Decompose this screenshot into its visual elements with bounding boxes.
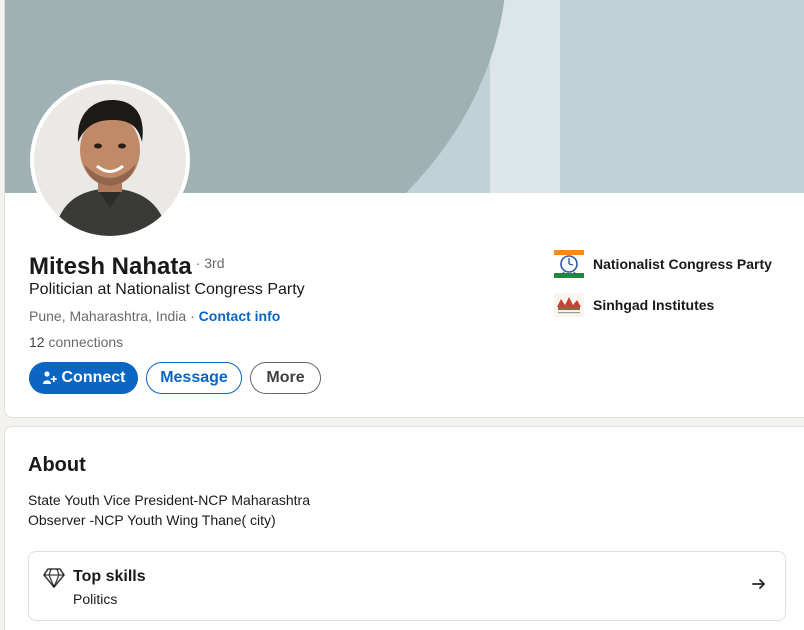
more-label: More (266, 369, 305, 386)
org-item-ncp[interactable]: Nationalist Congress Party (553, 248, 772, 280)
profile-card: Mitesh Nahata · 3rd Politician at Nation… (4, 0, 804, 418)
diamond-icon (43, 568, 65, 593)
connections-count: 12 connections (29, 334, 123, 350)
add-person-icon (42, 370, 58, 386)
profile-avatar[interactable] (30, 80, 190, 240)
message-button[interactable]: Message (146, 362, 242, 394)
connect-button[interactable]: Connect (29, 362, 138, 394)
profile-headline: Politician at Nationalist Congress Party (29, 281, 305, 298)
contact-info-link[interactable]: Contact info (199, 308, 281, 324)
location-separator: · (186, 308, 199, 324)
connections-number: 12 (29, 334, 45, 350)
top-skills-card[interactable]: Top skills Politics (28, 551, 786, 621)
message-label: Message (160, 369, 228, 386)
sinhgad-logo-icon (553, 289, 585, 321)
top-skills-title: Top skills (73, 568, 146, 585)
profile-name: Mitesh Nahata (29, 253, 192, 280)
banner-strip (490, 0, 560, 193)
profile-location: Pune, Maharashtra, India (29, 308, 187, 324)
org-name: Nationalist Congress Party (593, 256, 772, 272)
org-item-sinhgad[interactable]: Sinhgad Institutes (553, 289, 714, 321)
top-skills-list: Politics (73, 591, 118, 607)
connect-label: Connect (61, 369, 126, 386)
avatar-photo (34, 84, 186, 236)
about-text: State Youth Vice President-NCP Maharasht… (28, 490, 310, 530)
connections-label: connections (44, 334, 124, 350)
about-title: About (28, 454, 86, 476)
ncp-clock-logo-icon (553, 248, 585, 280)
org-name: Sinhgad Institutes (593, 297, 715, 313)
connection-degree: · 3rd (195, 255, 225, 271)
about-section: About State Youth Vice President-NCP Mah… (4, 426, 804, 630)
about-line: Observer -NCP Youth Wing Thane( city) (28, 512, 276, 528)
about-line: State Youth Vice President-NCP Maharasht… (28, 492, 310, 508)
arrow-right-icon (751, 576, 767, 597)
more-button[interactable]: More (250, 362, 321, 394)
